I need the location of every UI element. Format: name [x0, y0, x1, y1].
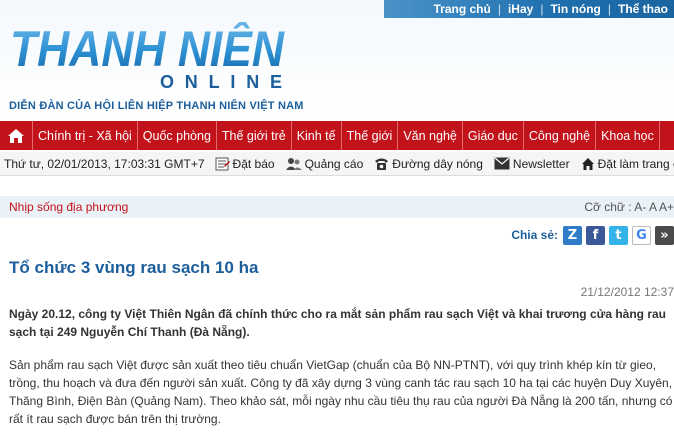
site-tagline: DIỄN ĐÀN CỦA HỘI LIÊN HIỆP THANH NIÊN VI…	[9, 100, 304, 112]
facebook-icon[interactable]: f	[586, 225, 605, 245]
top-links-bar: Trang chủ | iHay | Tin nóng | Thể thao	[384, 0, 674, 18]
newsletter-link[interactable]: Newsletter	[494, 157, 570, 171]
mail-icon	[494, 157, 510, 170]
logo-graphic: THANH NIÊN ONLINE	[10, 22, 285, 92]
top-link-separator: |	[607, 2, 611, 16]
twitter-icon[interactable]: t	[609, 225, 628, 245]
nav-item-youth[interactable]: Thế giới trẻ	[217, 121, 292, 150]
utility-bar: Thứ tư, 02/01/2013, 17:03:31 GMT+7 Đặt b…	[0, 152, 674, 176]
nav-item-technology[interactable]: Công nghệ	[524, 121, 597, 150]
site-logo[interactable]: THANH NIÊN ONLINE	[10, 22, 286, 94]
section-bar: Nhịp sống địa phương Cỡ chữ : A- A A+	[0, 196, 674, 218]
nav-item-arts[interactable]: Văn nghệ	[398, 121, 463, 150]
site-header: Trang chủ | iHay | Tin nóng | Thể thao T…	[0, 0, 674, 120]
home-icon	[8, 128, 24, 143]
nav-item-science[interactable]: Khoa học	[596, 121, 660, 150]
subscribe-label: Đặt báo	[232, 156, 275, 171]
top-link-separator: |	[497, 2, 501, 16]
set-homepage-label: Đặt làm trang chủ	[597, 156, 674, 171]
nav-item-economy[interactable]: Kinh tế	[292, 121, 342, 150]
newspaper-icon	[215, 157, 230, 170]
article-title: Tổ chức 3 vùng rau sạch 10 ha	[9, 258, 259, 277]
ads-link[interactable]: Quảng cáo	[285, 156, 364, 171]
subscribe-link[interactable]: Đặt báo	[215, 157, 275, 171]
main-nav: Chính trị - Xã hội Quốc phòng Thế giới t…	[0, 121, 674, 150]
people-icon	[285, 157, 302, 170]
share-bar: Chia sẻ: Z f t G »	[511, 225, 674, 245]
zing-icon[interactable]: Z	[563, 225, 582, 245]
top-link-sports[interactable]: Thể thao	[618, 2, 668, 16]
home-icon	[581, 157, 594, 170]
font-size-control[interactable]: Cỡ chữ : A- A A+	[584, 200, 674, 214]
top-link-ihay[interactable]: iHay	[508, 2, 533, 16]
top-link-home[interactable]: Trang chủ	[433, 2, 490, 16]
top-link-hot-news[interactable]: Tin nóng	[550, 2, 600, 16]
nav-item-world[interactable]: Thế giới	[342, 121, 399, 150]
share-label: Chia sẻ:	[511, 228, 558, 242]
nav-item-education[interactable]: Giáo dục	[463, 121, 524, 150]
google-icon[interactable]: G	[632, 225, 651, 245]
phone-icon	[375, 158, 389, 170]
nav-item-defense[interactable]: Quốc phòng	[138, 121, 217, 150]
set-homepage-link[interactable]: Đặt làm trang chủ	[581, 157, 674, 171]
top-link-separator: |	[540, 2, 544, 16]
article-body: Sản phẩm rau sạch Việt được sản xuất the…	[9, 358, 673, 426]
article-lead: Ngày 20.12, công ty Việt Thiên Ngân đã c…	[9, 307, 666, 339]
current-date: Thứ tư, 02/01/2013, 17:03:31 GMT+7	[4, 156, 205, 171]
logo-brand-text: THANH NIÊN	[10, 22, 285, 77]
nav-item-politics[interactable]: Chính trị - Xã hội	[33, 121, 138, 150]
newsletter-label: Newsletter	[512, 156, 570, 171]
breadcrumb[interactable]: Nhịp sống địa phương	[0, 200, 128, 214]
nav-home[interactable]	[0, 121, 33, 150]
ads-label: Quảng cáo	[304, 156, 364, 171]
more-icon[interactable]: »	[655, 225, 674, 245]
hotline-link[interactable]: Đường dây nóng	[374, 157, 483, 171]
article-date: 21/12/2012 12:37	[580, 285, 674, 299]
hotline-label: Đường dây nóng	[392, 156, 483, 171]
